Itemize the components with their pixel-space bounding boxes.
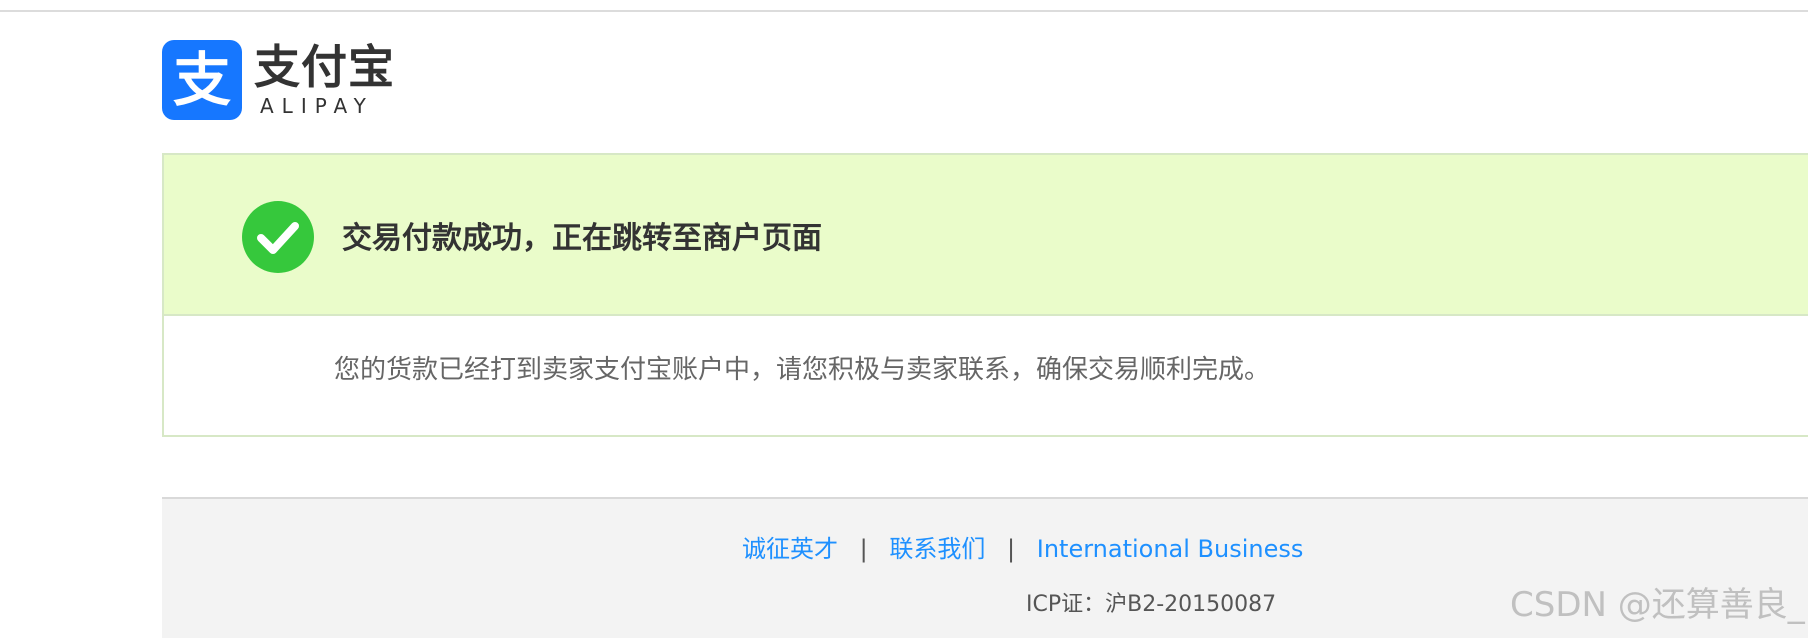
success-message: 您的货款已经打到卖家支付宝账户中，请您积极与卖家联系，确保交易顺利完成。 (334, 355, 1271, 385)
alipay-mark-icon: 支 (162, 40, 242, 120)
check-circle-icon (242, 201, 314, 273)
footer-links: 诚征英才 | 联系我们 | International Business (742, 534, 1303, 564)
footer-link-international[interactable]: International Business (1037, 535, 1304, 563)
csdn-watermark: CSDN @还算善良_ (1510, 585, 1805, 625)
icp-license: ICP证：沪B2-20150087 (1026, 592, 1277, 617)
footer-link-contact[interactable]: 联系我们 (889, 535, 985, 563)
logo-cn-name: 支付宝 (254, 40, 395, 94)
footer-separator: | (859, 535, 868, 563)
logo-en-name: ALIPAY (260, 94, 374, 118)
success-banner: 交易付款成功，正在跳转至商户页面 (164, 155, 1808, 316)
footer-link-careers[interactable]: 诚征英才 (742, 535, 838, 563)
payment-result-panel: 交易付款成功，正在跳转至商户页面 您的货款已经打到卖家支付宝账户中，请您积极与卖… (162, 153, 1808, 437)
success-title: 交易付款成功，正在跳转至商户页面 (342, 221, 822, 256)
alipay-logo[interactable]: 支 支付宝 ALIPAY (162, 40, 422, 122)
footer-separator: | (1007, 535, 1016, 563)
top-divider (0, 10, 1808, 12)
alipay-mark-glyph: 支 (172, 46, 231, 114)
